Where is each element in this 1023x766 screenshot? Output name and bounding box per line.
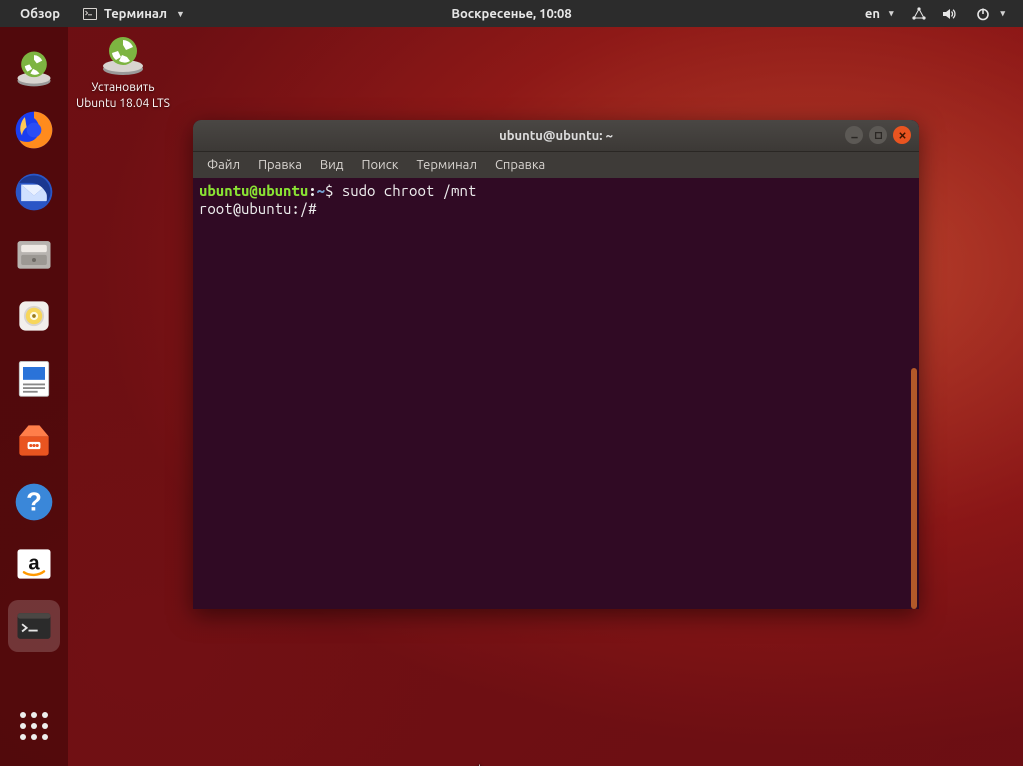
command-text: sudo chroot /mnt [333, 182, 476, 199]
scrollbar-thumb[interactable] [911, 368, 917, 609]
prompt-colon: : [308, 182, 316, 199]
system-menu[interactable]: ▾ [971, 6, 1009, 22]
svg-text:?: ? [26, 488, 42, 516]
dock-item-firefox[interactable] [8, 104, 60, 156]
prompt-path: ~ [317, 182, 325, 199]
clock-menu[interactable]: Воскресенье, 10:08 [447, 7, 575, 21]
menu-terminal[interactable]: Терминал [416, 158, 476, 172]
desktop-icon-installer[interactable]: Установить Ubuntu 18.04 LTS [76, 34, 170, 112]
window-minimize-button[interactable] [845, 126, 863, 144]
prompt-at: @ [249, 182, 257, 199]
terminal-line: ubuntu@ubuntu:~$ sudo chroot /mnt [199, 182, 913, 200]
terminal-line: root@ubuntu:/# [199, 200, 913, 218]
menu-view[interactable]: Вид [320, 158, 344, 172]
activities-button[interactable]: Обзор [16, 7, 64, 21]
desktop-icons: Установить Ubuntu 18.04 LTS [76, 34, 170, 124]
volume-icon[interactable] [941, 6, 957, 22]
keyboard-layout-label: en [865, 7, 880, 21]
dock-show-applications[interactable] [8, 700, 60, 752]
window-close-button[interactable] [893, 126, 911, 144]
chevron-down-icon: ▼ [176, 9, 185, 19]
menu-edit[interactable]: Правка [258, 158, 302, 172]
active-app-label: Терминал [104, 7, 167, 21]
menu-help[interactable]: Справка [495, 158, 545, 172]
desktop: Обзор Терминал ▼ Воскресенье, 10:08 en ▾ [0, 0, 1023, 766]
menu-file[interactable]: Файл [207, 158, 240, 172]
power-icon [975, 6, 991, 22]
svg-text:a: a [28, 553, 40, 575]
dock-item-amazon[interactable]: a [8, 538, 60, 590]
dock: ? a [0, 27, 68, 766]
terminal-title: ubuntu@ubuntu: ~ [499, 129, 613, 143]
output-text: root@ubuntu:/# [199, 200, 317, 217]
dock-item-help[interactable]: ? [8, 476, 60, 528]
terminal-menubar: Файл Правка Вид Поиск Терминал Справка [193, 152, 919, 178]
prompt-host: ubuntu [258, 182, 308, 199]
chevron-down-icon: ▾ [1000, 8, 1005, 19]
dock-item-software[interactable] [8, 414, 60, 466]
menu-search[interactable]: Поиск [361, 158, 398, 172]
active-app-menu[interactable]: Терминал ▼ [78, 6, 189, 22]
terminal-body[interactable]: ubuntu@ubuntu:~$ sudo chroot /mnt root@u… [193, 178, 919, 609]
dock-item-files[interactable] [8, 228, 60, 280]
keyboard-layout-menu[interactable]: en ▾ [861, 7, 898, 21]
prompt-user: ubuntu [199, 182, 249, 199]
activities-label: Обзор [20, 7, 60, 21]
terminal-titlebar[interactable]: ubuntu@ubuntu: ~ [193, 120, 919, 152]
dock-item-terminal[interactable] [8, 600, 60, 652]
top-panel: Обзор Терминал ▼ Воскресенье, 10:08 en ▾ [0, 0, 1023, 27]
terminal-scrollbar[interactable] [909, 178, 919, 609]
installer-icon [98, 34, 148, 76]
cursor-icon: ⌖ [475, 760, 484, 766]
terminal-panel-icon [82, 6, 98, 22]
desktop-icon-label: Установить Ubuntu 18.04 LTS [76, 80, 170, 112]
chevron-down-icon: ▾ [889, 8, 894, 19]
date-time: Воскресенье, 10:08 [451, 7, 571, 21]
dock-item-rhythmbox[interactable] [8, 290, 60, 342]
terminal-window: ubuntu@ubuntu: ~ Файл Правка Вид Поиск Т… [193, 120, 919, 609]
dock-item-thunderbird[interactable] [8, 166, 60, 218]
network-icon[interactable] [911, 6, 927, 22]
dock-item-installer[interactable] [8, 42, 60, 94]
window-maximize-button[interactable] [869, 126, 887, 144]
dock-item-writer[interactable] [8, 352, 60, 404]
